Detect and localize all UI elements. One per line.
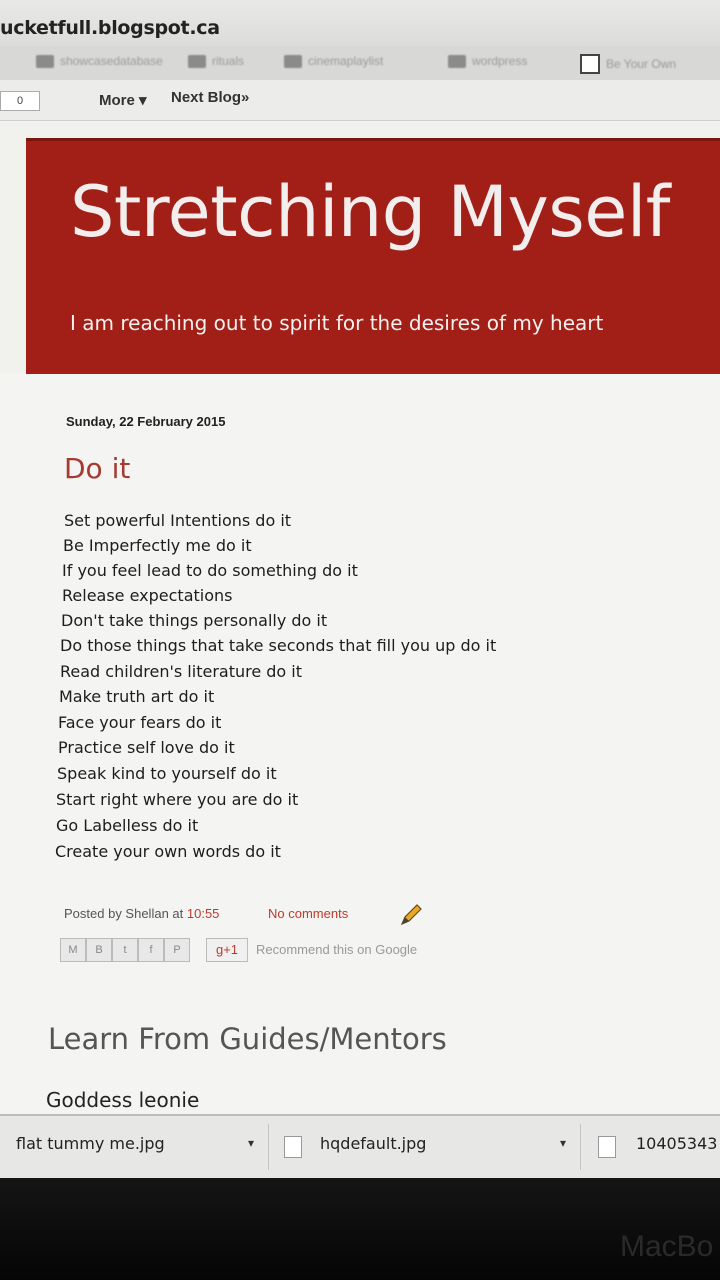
bookmark-item[interactable]: Be Your Own [580,54,676,74]
post-line: Release expectations [62,586,233,605]
post-line: Be Imperfectly me do it [63,536,252,555]
post-line: Create your own words do it [55,842,281,861]
bookmarks-bar: showcasedatabase rituals cinemaplaylist … [0,46,720,81]
address-bar[interactable]: ucketfull.blogspot.ca [0,0,720,47]
edit-pencil-icon[interactable] [398,902,424,928]
checkbox-icon [580,54,600,74]
blog-header: Stretching Myself I am reaching out to s… [26,138,720,377]
blog-this-icon[interactable]: B [86,938,112,962]
next-blog-link[interactable]: Next Blog» [171,89,249,106]
post-time-link[interactable]: 10:55 [187,906,220,921]
comments-link[interactable]: No comments [268,906,348,921]
pinterest-share-icon[interactable]: P [164,938,190,962]
url-text[interactable]: ucketfull.blogspot.ca [0,17,220,39]
post-line: Face your fears do it [58,713,222,732]
post-area: Sunday, 22 February 2015 Do it Set power… [0,374,720,1212]
blog-title[interactable]: Stretching Myself [70,171,670,253]
email-share-icon[interactable]: M [60,938,86,962]
more-menu[interactable]: More ▾ [99,91,147,109]
separator [580,1124,581,1170]
widget-title: Learn From Guides/Mentors [48,1022,447,1056]
folder-icon [188,54,206,68]
google-plus-button[interactable]: g+1 [206,938,248,962]
widget-link[interactable]: Goddess leonie [46,1088,199,1112]
post-line: If you feel lead to do something do it [62,561,358,580]
post-line: Start right where you are do it [56,790,299,809]
folder-icon [284,54,302,68]
download-item[interactable]: 10405343 [636,1134,717,1153]
twitter-share-icon[interactable]: t [112,938,138,962]
share-buttons: M B t f P [60,938,190,962]
download-item[interactable]: flat tummy me.jpg [16,1134,165,1153]
separator [268,1124,269,1170]
downloads-bar: flat tummy me.jpg ▾ hqdefault.jpg ▾ 1040… [0,1114,720,1180]
file-icon [598,1136,616,1158]
post-line: Speak kind to yourself do it [57,764,277,783]
download-item[interactable]: hqdefault.jpg [320,1134,426,1153]
post-date: Sunday, 22 February 2015 [66,414,226,429]
post-footer: Posted by Shellan at 10:55 [64,906,219,921]
navbar-button[interactable]: 0 [0,91,40,111]
blog-description: I am reaching out to spirit for the desi… [70,311,604,335]
post-line: Make truth art do it [59,687,215,706]
bookmark-item[interactable]: rituals [188,54,244,68]
post-line: Go Labelless do it [56,816,199,835]
folder-icon [448,54,466,68]
blogger-navbar: 0 More ▾ Next Blog» [0,80,720,121]
dropdown-arrow-icon[interactable]: ▾ [560,1136,566,1150]
post-line: Don't take things personally do it [61,611,328,630]
post-line: Do those things that take seconds that f… [60,636,497,655]
folder-icon [36,54,54,68]
post-line: Set powerful Intentions do it [64,511,292,530]
brand-label: MacBo [620,1230,714,1263]
post-line: Read children's literature do it [60,662,303,681]
file-icon [284,1136,302,1158]
dropdown-arrow-icon[interactable]: ▾ [248,1136,254,1150]
recommend-text: Recommend this on Google [256,942,418,957]
bookmark-item[interactable]: wordpress [448,54,527,68]
post-title[interactable]: Do it [64,452,130,485]
bookmark-item[interactable]: cinemaplaylist [284,54,383,68]
posted-by: Posted by Shellan at [64,906,184,921]
dropdown-icon: ▾ [139,92,147,109]
bookmark-item[interactable]: showcasedatabase [36,54,163,68]
facebook-share-icon[interactable]: f [138,938,164,962]
laptop-bezel: MacBo [0,1178,720,1280]
post-line: Practice self love do it [58,738,235,757]
